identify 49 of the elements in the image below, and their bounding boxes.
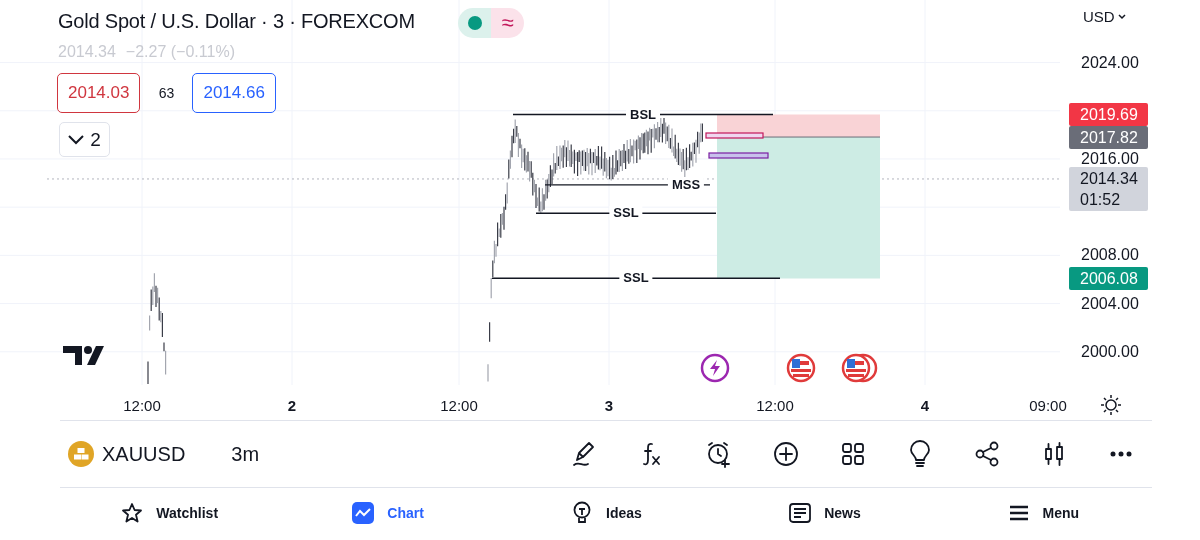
time-axis-label: 4 <box>920 397 930 414</box>
market-status-indicator[interactable] <box>458 8 491 38</box>
nav-tab[interactable]: Chart <box>278 488 497 538</box>
price-tag: 2019.69 <box>1069 103 1148 126</box>
logo-icon[interactable] <box>63 346 104 365</box>
level-line[interactable] <box>491 277 781 279</box>
time-axis-label: 12:00 <box>123 397 161 414</box>
time-axis-label: 2 <box>287 397 297 414</box>
nav-tab[interactable]: Menu <box>933 488 1153 538</box>
indicators-toggle-button[interactable]: 2 <box>59 122 110 157</box>
caret-icon <box>1117 13 1126 20</box>
bullion-icon <box>68 441 94 467</box>
level-label: BSL <box>626 107 660 122</box>
price-tag: 2017.82 <box>1069 125 1148 149</box>
currency-selector[interactable]: USD <box>1083 8 1126 25</box>
level-label: SSL <box>609 206 643 221</box>
buy-price-button[interactable]: 2014.66 <box>192 73 276 113</box>
price-axis-label: 2024.00 <box>1081 53 1139 72</box>
level-label: MSS <box>667 177 705 192</box>
lightning-event-icon[interactable] <box>700 353 730 383</box>
data-status-indicator[interactable]: ≈ <box>491 8 524 38</box>
symbol-name[interactable]: XAUUSD <box>102 442 186 466</box>
spread-value: 63 <box>157 85 176 101</box>
nav-tab[interactable]: Ideas <box>496 488 716 538</box>
order-block-rect[interactable] <box>705 132 764 139</box>
price-axis-label: 2016.00 <box>1081 149 1139 168</box>
plus-circle-icon[interactable] <box>771 439 801 469</box>
nav-tab[interactable]: News <box>715 488 934 538</box>
flag-events-icon[interactable] <box>841 353 879 383</box>
price-axis-label: 2008.00 <box>1081 246 1139 265</box>
chevron-down-icon <box>68 134 85 145</box>
interval-label[interactable]: 3m <box>231 442 260 466</box>
news-icon <box>788 501 813 525</box>
price-axis-label: 2000.00 <box>1081 342 1139 361</box>
sell-price-button[interactable]: 2014.03 <box>57 73 141 113</box>
price-axis-label: 2004.00 <box>1081 294 1139 313</box>
time-axis-label: 12:00 <box>440 397 478 414</box>
price-tag: 2006.08 <box>1069 267 1148 290</box>
time-axis-label: 3 <box>604 397 614 414</box>
star-icon <box>120 501 145 525</box>
flag-event-icon[interactable] <box>786 353 816 383</box>
theme-sun-icon[interactable] <box>1100 394 1122 416</box>
order-block-rect[interactable] <box>708 152 769 159</box>
time-axis-label: 09:00 <box>1029 397 1067 414</box>
symbol-title[interactable]: Gold Spot / U.S. Dollar · 3 · FOREXCOM <box>58 10 415 33</box>
time-axis-label: 12:00 <box>756 397 794 414</box>
nav-tab[interactable]: Watchlist <box>60 488 279 538</box>
chart-icon <box>351 501 376 525</box>
price-tag: 2014.34 01:52 <box>1069 166 1148 211</box>
